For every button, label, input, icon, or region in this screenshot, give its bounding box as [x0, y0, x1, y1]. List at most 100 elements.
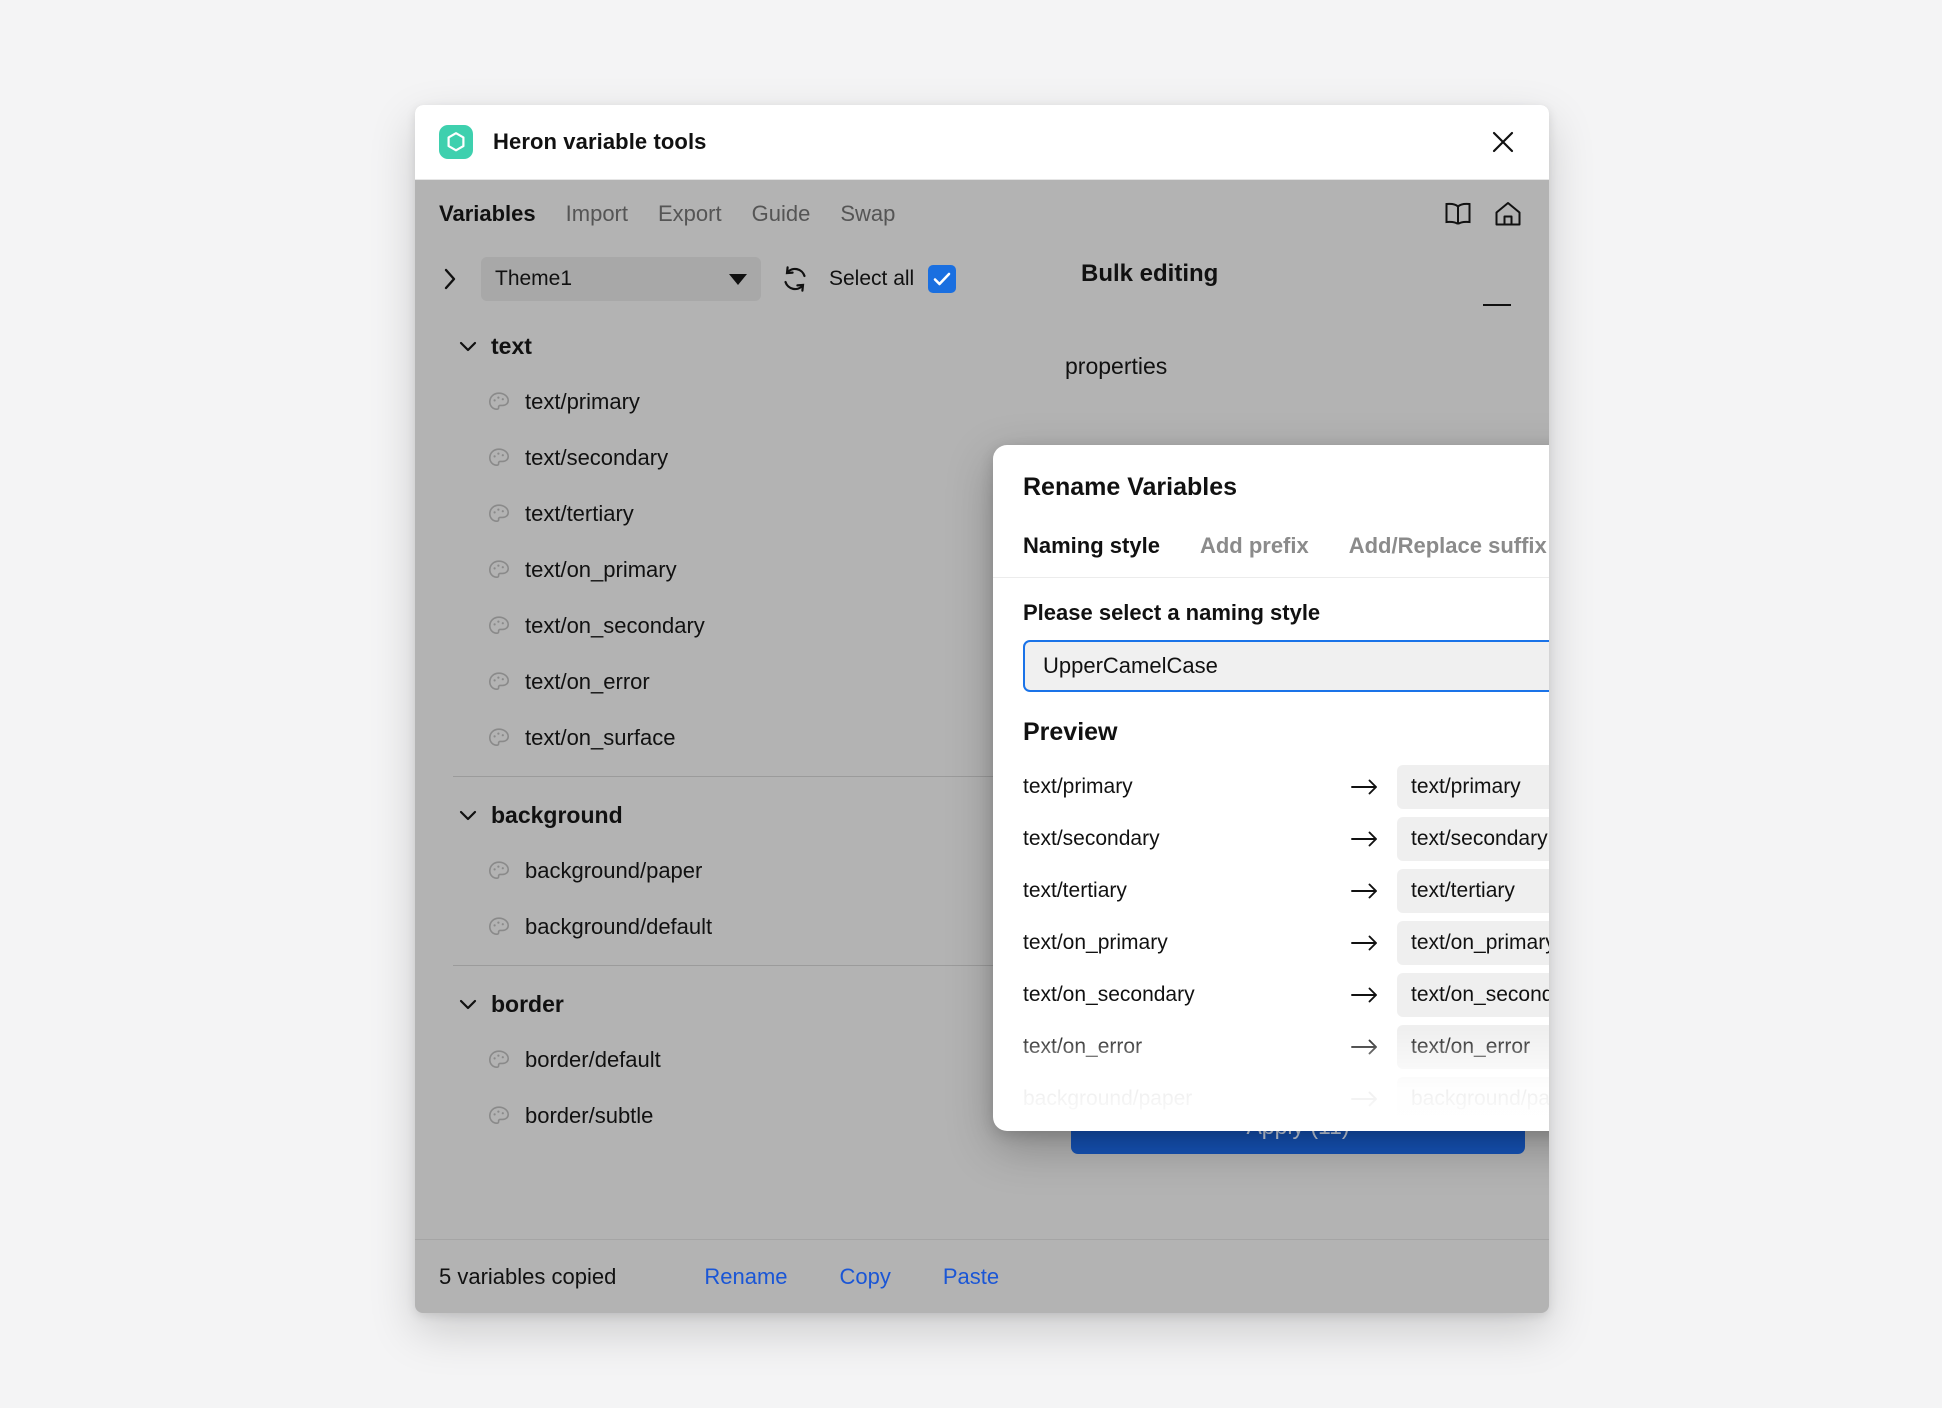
arrow-right-icon: [1333, 778, 1397, 796]
tab-naming-style[interactable]: Naming style: [1023, 533, 1160, 577]
tree-group-label: text: [491, 332, 532, 359]
tree-item-label: background/default: [525, 914, 713, 939]
footer-status: 5 variables copied: [439, 1263, 617, 1289]
palette-icon: [488, 392, 510, 411]
arrow-right-icon: [1333, 934, 1397, 952]
tree-item[interactable]: background/paper: [415, 843, 1041, 899]
close-icon[interactable]: [1483, 122, 1523, 162]
nav-item-variables[interactable]: Variables: [439, 201, 536, 227]
palette-icon: [488, 1106, 510, 1125]
dialog-tabs: Naming style Add prefix Add/Replace suff…: [993, 507, 1549, 578]
tree-group-text[interactable]: text: [415, 318, 1041, 374]
minus-icon[interactable]: [1483, 304, 1511, 306]
nav-item-export[interactable]: Export: [658, 201, 722, 227]
variables-pane: Theme1 Select all text text/primary text…: [415, 248, 1041, 1239]
preview-to: text/secondary: [1397, 817, 1549, 861]
tree-item[interactable]: border/default: [415, 1032, 1041, 1088]
preview-from: text/on_error: [1023, 1035, 1143, 1058]
palette-icon: [488, 616, 510, 635]
palette-icon: [488, 672, 510, 691]
tree-item-label: text/on_secondary: [525, 613, 705, 638]
preview-row: text/on_error text/on_error: [1023, 1021, 1549, 1073]
arrow-right-icon: [1333, 882, 1397, 900]
arrow-right-icon: [1333, 986, 1397, 1004]
nav-item-guide[interactable]: Guide: [752, 201, 811, 227]
nav-icons: [1443, 200, 1523, 228]
tab-add-replace-suffix[interactable]: Add/Replace suffix: [1349, 533, 1547, 577]
preview-to: text/on_secondary: [1397, 973, 1549, 1017]
dialog-body: Please select a naming style UpperCamelC…: [993, 578, 1549, 1131]
bulk-editing-title: Bulk editing: [1081, 260, 1219, 287]
chevron-down-icon: [459, 810, 477, 821]
navbar: Variables Import Export Guide Swap: [415, 180, 1549, 248]
palette-icon: [488, 1050, 510, 1069]
tree-item[interactable]: text/on_primary: [415, 542, 1041, 598]
book-icon[interactable]: [1443, 201, 1473, 227]
theme-select[interactable]: Theme1: [481, 257, 761, 301]
tree-item[interactable]: text/tertiary: [415, 486, 1041, 542]
preview-from: background/paper: [1023, 1087, 1193, 1110]
plugin-window: Heron variable tools Variables Import Ex…: [415, 105, 1549, 1313]
chevron-down-icon: [459, 341, 477, 352]
preview-row: text/tertiary text/tertiary: [1023, 865, 1549, 917]
tree-item-label: border/subtle: [525, 1103, 654, 1128]
tree-item[interactable]: text/on_surface: [415, 710, 1041, 766]
naming-style-select[interactable]: UpperCamelCase: [1023, 640, 1549, 692]
tree-item[interactable]: text/on_secondary: [415, 598, 1041, 654]
tree-item[interactable]: background/default: [415, 899, 1041, 955]
home-icon[interactable]: [1493, 200, 1523, 228]
tree-item-label: text/tertiary: [525, 501, 634, 526]
select-all-checkbox[interactable]: [928, 265, 957, 293]
preview-from: text/secondary: [1023, 827, 1160, 850]
tree-item-label: text/secondary: [525, 445, 669, 470]
dialog-header: Rename Variables: [993, 445, 1549, 507]
tree-item[interactable]: text/on_error: [415, 654, 1041, 710]
chevron-down-icon: [459, 999, 477, 1010]
theme-select-value: Theme1: [495, 267, 573, 290]
preview-row: text/on_secondary text/on_secondary: [1023, 969, 1549, 1021]
preview-to: background/paper: [1397, 1077, 1549, 1121]
footer-bar: 5 variables copied Rename Copy Paste: [415, 1239, 1549, 1313]
select-all-label: Select all: [829, 267, 915, 290]
nav-item-swap[interactable]: Swap: [840, 201, 895, 227]
preview-list: text/primary text/primary text/secondary…: [1023, 761, 1549, 1125]
properties-label: properties: [1065, 353, 1168, 379]
preview-to: text/on_primary: [1397, 921, 1549, 965]
preview-row: text/secondary text/secondary: [1023, 813, 1549, 865]
footer-link-copy[interactable]: Copy: [840, 1264, 891, 1290]
tree-group-label: border: [491, 990, 564, 1017]
hexagon-logo-icon: [439, 125, 473, 159]
tree-divider: [453, 965, 1017, 966]
palette-icon: [488, 728, 510, 747]
preview-from: text/on_primary: [1023, 931, 1168, 954]
tree-group-border[interactable]: border: [415, 976, 1041, 1032]
tree-item[interactable]: text/secondary: [415, 430, 1041, 486]
tab-add-prefix[interactable]: Add prefix: [1200, 533, 1309, 577]
rename-variables-dialog: Rename Variables Naming style Add prefix…: [993, 445, 1549, 1131]
chevron-right-icon[interactable]: [433, 262, 467, 296]
select-all-control[interactable]: Select all: [829, 265, 957, 293]
nav-item-import[interactable]: Import: [566, 201, 628, 227]
tree-item-label: text/primary: [525, 389, 640, 414]
variables-toolbar: Theme1 Select all: [415, 248, 1041, 310]
dialog-title: Rename Variables: [1023, 473, 1238, 501]
preview-to: text/tertiary: [1397, 869, 1549, 913]
tree-group-background[interactable]: background: [415, 787, 1041, 843]
tree-item-label: text/on_primary: [525, 557, 677, 582]
tree-group-label: background: [491, 801, 623, 828]
preview-row: text/primary text/primary: [1023, 761, 1549, 813]
arrow-right-icon: [1333, 1090, 1397, 1108]
tree-item-label: background/paper: [525, 858, 703, 883]
tree-item[interactable]: text/primary: [415, 374, 1041, 430]
refresh-icon[interactable]: [775, 259, 815, 299]
palette-icon: [488, 917, 510, 936]
tree-item[interactable]: border/subtle: [415, 1088, 1041, 1144]
footer-link-paste[interactable]: Paste: [943, 1264, 999, 1290]
preview-from: text/tertiary: [1023, 879, 1127, 902]
chevron-down-icon: [729, 273, 747, 285]
footer-link-rename[interactable]: Rename: [704, 1264, 787, 1290]
tree-item-label: text/on_error: [525, 669, 650, 694]
variables-tree: text text/primary text/secondary text/te…: [415, 310, 1041, 1144]
preview-row: background/paper background/paper: [1023, 1073, 1549, 1125]
tree-item-label: border/default: [525, 1047, 661, 1072]
